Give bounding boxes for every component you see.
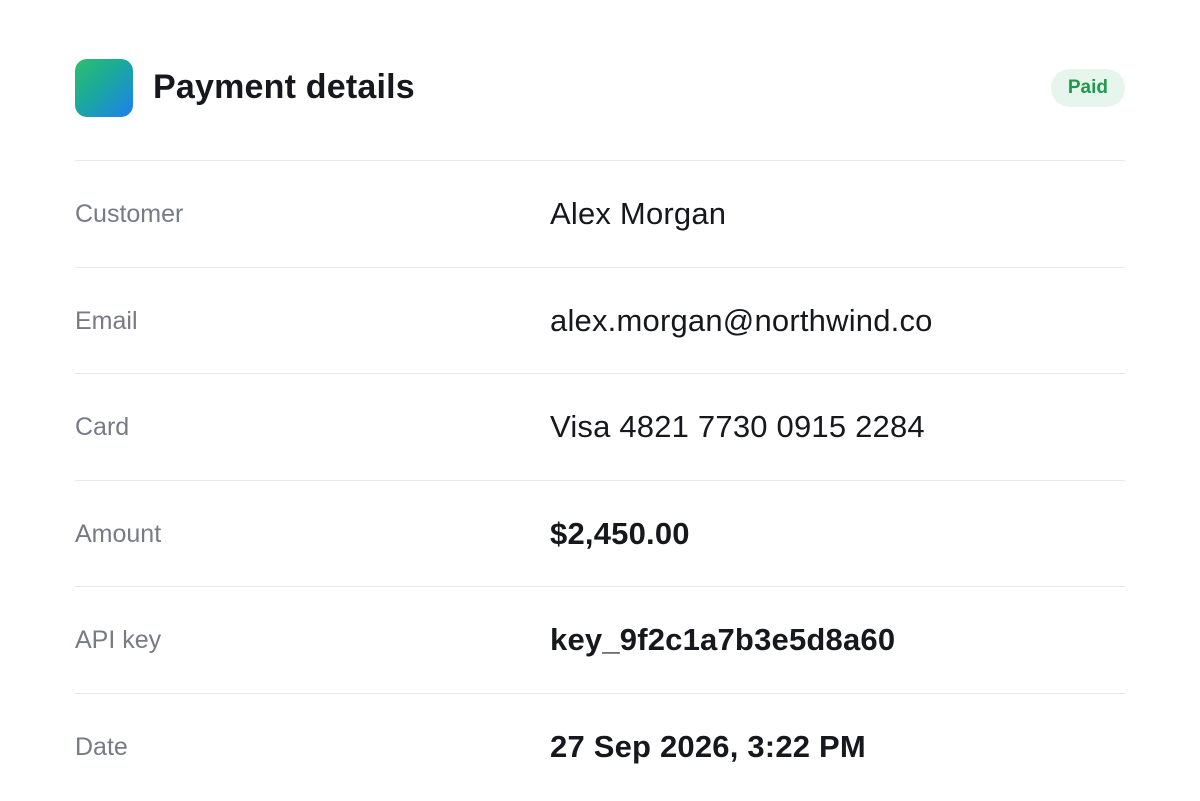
- detail-value: $2,450.00: [550, 515, 690, 551]
- card-header: Payment details Paid: [75, 0, 1125, 161]
- detail-row-date: Date 27 Sep 2026, 3:22 PM: [75, 694, 1125, 801]
- detail-row-card: Card Visa 4821 7730 0915 2284: [75, 374, 1125, 481]
- detail-label: Amount: [75, 519, 162, 548]
- detail-row-email: Email alex.morgan@northwind.co: [75, 268, 1125, 375]
- detail-value: key_9f2c1a7b3e5d8a60: [550, 622, 896, 658]
- detail-row-amount: Amount $2,450.00: [75, 481, 1125, 588]
- detail-label: API key: [75, 626, 162, 655]
- detail-value: Alex Morgan: [550, 196, 727, 231]
- detail-value: Visa 4821 7730 0915 2284: [550, 409, 925, 445]
- detail-row-customer: Customer Alex Morgan: [75, 161, 1125, 268]
- detail-label: Customer: [75, 200, 184, 228]
- status-badge: Paid: [1050, 69, 1125, 107]
- detail-label: Date: [75, 732, 128, 761]
- detail-label: Card: [75, 413, 130, 442]
- app-logo-icon: [75, 59, 133, 117]
- payment-details-card: Payment details Paid Customer Alex Morga…: [75, 0, 1125, 800]
- detail-value: alex.morgan@northwind.co: [550, 302, 933, 338]
- page-title: Payment details: [153, 68, 415, 106]
- detail-label: Email: [75, 306, 138, 335]
- detail-row-api-key: API key key_9f2c1a7b3e5d8a60: [75, 587, 1125, 694]
- detail-value: 27 Sep 2026, 3:22 PM: [550, 728, 866, 764]
- details-list: Customer Alex Morgan Email alex.morgan@n…: [75, 161, 1125, 801]
